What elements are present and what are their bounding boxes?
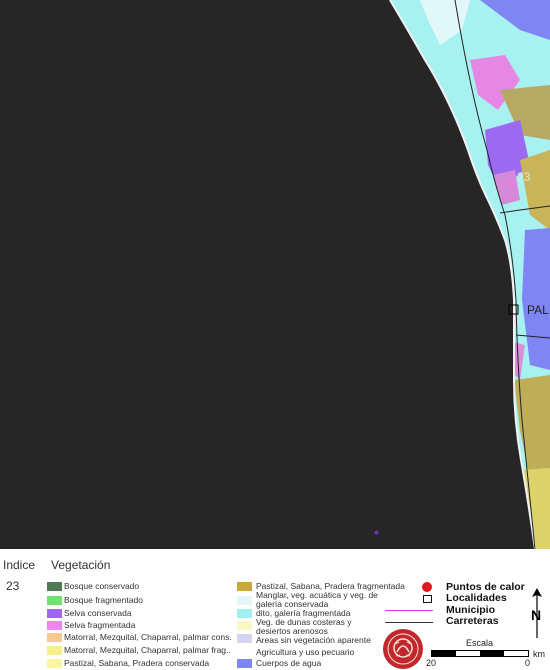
localidades-icon [423,595,432,603]
legend-label: Matorral, Mezquital, Chaparral, palmar f… [64,645,231,655]
north-arrow-icon: N [531,588,542,638]
legend-swatch [237,659,252,668]
legend-swatch [237,596,252,605]
legend-swatch [47,646,62,655]
localidad-name-label: PAL [527,303,549,317]
municipio-line-icon [385,610,433,611]
legend-label: Matorral, Mezquital, Chaparral, palmar c… [64,632,232,642]
legend-label: Bosque fragmentado [64,595,143,605]
legend-swatch [47,582,62,591]
legend-label: Manglar, veg. acuática y veg. de galería… [256,590,378,609]
carreteras-label: Carreteras [446,615,499,627]
carretera-line-icon [385,622,433,623]
legend-swatch [47,596,62,605]
scale-right-value: 0 [525,658,531,668]
legend-swatch [237,634,252,643]
scale-bar [431,650,529,657]
index-header: Indice [3,558,36,572]
legend-label: Bosque conservado [64,581,140,591]
puntos-calor-icon [422,582,432,592]
localidad-23-label: 23 [517,170,531,184]
localidades-label: Localidades [446,592,507,604]
legend-swatch [47,609,62,618]
legend-swatch [47,621,62,630]
scale-left-value: 20 [426,658,437,668]
legend-swatch [237,621,252,630]
legend-label: Selva conservada [64,608,132,618]
legend-swatch [237,609,252,618]
institution-logo [383,629,423,669]
legend-swatch [47,633,62,642]
scale-title: Escala [466,638,494,648]
index-value: 23 [6,579,20,593]
legend-label: Agricultura y uso pecuario [256,647,355,657]
legend-label: Veg. de dunas costeras y desiertos areno… [256,617,352,636]
vegetation-map: 23 PAL [0,0,550,549]
legend-label: Pastizal, Sabana, Pradera conservada [64,658,210,668]
legend-swatch [47,659,62,668]
legend-label: Areas sin vegetación aparente [256,635,371,645]
legend-swatch [237,647,252,656]
legend-label: Selva fragmentada [64,620,136,630]
legend-label: Cuerpos de agua [256,658,322,668]
north-label: N [531,607,541,623]
legend-swatch [237,582,252,591]
vegetation-header: Vegetación [51,558,111,572]
scale-unit: km [533,649,545,659]
